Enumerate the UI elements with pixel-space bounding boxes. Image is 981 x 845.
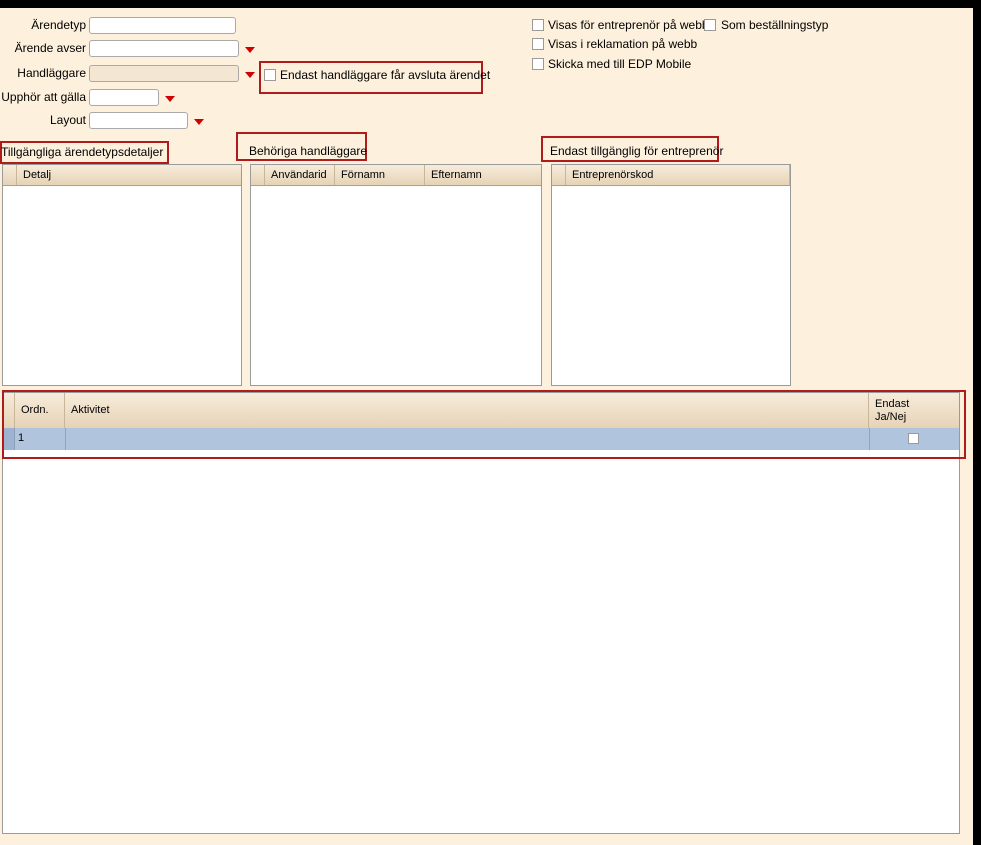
activities-highlight xyxy=(2,390,966,459)
handlaggare-dropdown-icon[interactable] xyxy=(242,67,258,83)
visas-reklamation-checkbox[interactable] xyxy=(532,38,544,50)
visas-entreprenor-checkbox[interactable] xyxy=(532,19,544,31)
som-bestallningstyp-checkbox[interactable] xyxy=(704,19,716,31)
arende-avser-label: Ärende avser xyxy=(14,41,86,55)
upphor-dropdown-icon[interactable] xyxy=(162,91,178,107)
visas-entreprenor-label: Visas för entreprenör på webb xyxy=(548,18,709,32)
details-grid[interactable]: Detalj xyxy=(2,164,242,386)
row-header-corner xyxy=(3,165,17,185)
row-header-corner xyxy=(552,165,566,185)
handlaggare-label: Handläggare xyxy=(17,66,86,80)
entreprenor-section-title: Endast tillgänglig för entreprenör xyxy=(550,144,724,158)
handlaggare-input[interactable] xyxy=(89,65,239,82)
details-section-title: Tillgängliga ärendetypsdetaljer xyxy=(1,145,164,159)
skicka-edp-checkbox[interactable] xyxy=(532,58,544,70)
entreprenor-grid[interactable]: Entreprenörskod xyxy=(551,164,791,386)
detalj-column-header[interactable]: Detalj xyxy=(17,165,241,185)
layout-label: Layout xyxy=(49,113,86,127)
arende-avser-dropdown-icon[interactable] xyxy=(242,42,258,58)
upphor-input[interactable] xyxy=(89,89,159,106)
handlaggare-section-title: Behöriga handläggare xyxy=(249,144,368,158)
fornamn-column-header[interactable]: Förnamn xyxy=(335,165,425,185)
arende-avser-input[interactable] xyxy=(89,40,239,57)
layout-input[interactable] xyxy=(89,112,188,129)
row-header-corner xyxy=(251,165,265,185)
arendetyp-input[interactable] xyxy=(89,17,236,34)
arendetyp-label: Ärendetyp xyxy=(31,18,86,32)
endast-handlaggare-checkbox[interactable] xyxy=(264,69,276,81)
som-bestallningstyp-label: Som beställningstyp xyxy=(721,18,829,32)
entreprenorskod-column-header[interactable]: Entreprenörskod xyxy=(566,165,790,185)
endast-handlaggare-label: Endast handläggare får avsluta ärendet xyxy=(280,68,491,82)
upphor-label: Upphör att gälla xyxy=(1,90,86,104)
layout-dropdown-icon[interactable] xyxy=(191,114,207,130)
handlaggare-grid-header: Användarid Förnamn Efternamn xyxy=(251,165,541,186)
details-grid-header: Detalj xyxy=(3,165,241,186)
efternamn-column-header[interactable]: Efternamn xyxy=(425,165,541,185)
anvandarid-column-header[interactable]: Användarid xyxy=(265,165,335,185)
visas-reklamation-label: Visas i reklamation på webb xyxy=(548,37,698,51)
skicka-edp-label: Skicka med till EDP Mobile xyxy=(548,57,692,71)
handlaggare-grid[interactable]: Användarid Förnamn Efternamn xyxy=(250,164,542,386)
case-type-form: Ärendetyp Ärende avser Handläggare Endas… xyxy=(0,8,973,845)
entreprenor-grid-header: Entreprenörskod xyxy=(552,165,790,186)
